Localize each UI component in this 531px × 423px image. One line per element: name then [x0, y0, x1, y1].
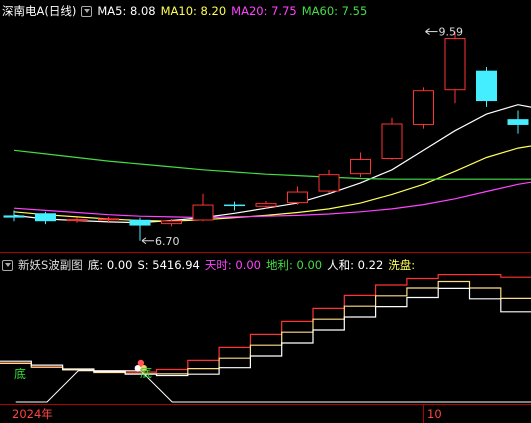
candle	[507, 110, 529, 134]
candle-body	[35, 213, 56, 222]
candle-body	[413, 90, 434, 125]
candle-body	[255, 203, 277, 207]
high-price-annotation: 9.59	[425, 26, 464, 39]
renhe-label: 人和: 0.22	[327, 258, 384, 272]
sub-title: 新妖S波副图	[18, 258, 83, 272]
tianshi-label: 天时: 0.00	[204, 258, 261, 272]
main-title: 深南电A(日线)	[2, 4, 77, 18]
low-price-annotation: 6.70	[141, 235, 180, 248]
candle	[287, 186, 308, 205]
candle	[444, 31, 466, 104]
candle	[318, 169, 340, 193]
candle	[224, 201, 245, 211]
time-axis-label: 10	[427, 407, 442, 421]
price-label: 6.70	[155, 235, 180, 248]
candle-body	[98, 218, 119, 221]
di-marker-label: 底	[140, 365, 152, 380]
chart-canvas[interactable]: 9.59 6.70 底 底 2024年 10	[0, 0, 531, 423]
candle	[413, 87, 434, 129]
candle-body	[161, 220, 182, 225]
time-axis-label: 2024年	[12, 407, 53, 421]
xipan-label: 洗盘:	[388, 258, 416, 272]
candle	[129, 217, 151, 241]
indicator-line-s	[0, 274, 531, 373]
sub-header: 新妖S波副图 底: 0.00 S: 5416.94 天时: 0.00 地利: 0.00 人…	[2, 256, 420, 274]
candle-body	[3, 215, 25, 218]
candle	[476, 67, 497, 107]
ma60-label: MA60: 7.55	[301, 4, 368, 18]
ma60-line	[13, 149, 531, 180]
candle	[350, 152, 371, 178]
dropdown-icon[interactable]	[81, 6, 93, 17]
candle-body	[129, 219, 151, 226]
candle-body	[318, 174, 340, 192]
candle-body	[287, 191, 308, 204]
candle	[66, 217, 88, 223]
indicator-line-l4	[15, 370, 531, 403]
s-label: S: 5416.94	[137, 258, 200, 272]
candle-body	[192, 204, 214, 221]
di-marker-label: 底	[14, 366, 26, 381]
indicator-line-l2	[0, 280, 531, 375]
candle-body	[381, 123, 403, 159]
candle	[192, 193, 214, 222]
dili-label: 地利: 0.00	[265, 258, 323, 272]
candle-body	[224, 204, 245, 207]
indicator-line-l3	[0, 287, 531, 377]
ma10-line	[13, 145, 531, 222]
price-label: 9.59	[439, 26, 464, 39]
candle	[35, 211, 56, 225]
dropdown-icon[interactable]	[2, 260, 13, 271]
ma20-label: MA20: 7.75	[231, 4, 297, 18]
ma5-label: MA5: 8.08	[97, 4, 156, 18]
candle-body	[444, 38, 466, 91]
ma10-label: MA10: 8.20	[160, 4, 227, 18]
candle-body	[476, 70, 497, 102]
candle-body	[66, 219, 88, 222]
candle-body	[507, 119, 529, 125]
ma20-line	[13, 181, 531, 219]
candle-body	[350, 158, 371, 175]
di-label: 底: 0.00	[87, 258, 133, 272]
candle	[381, 117, 403, 160]
main-header: 深南电A(日线) MA5: 8.08 MA10: 8.20 MA20: 7.75 MA6…	[2, 2, 372, 20]
